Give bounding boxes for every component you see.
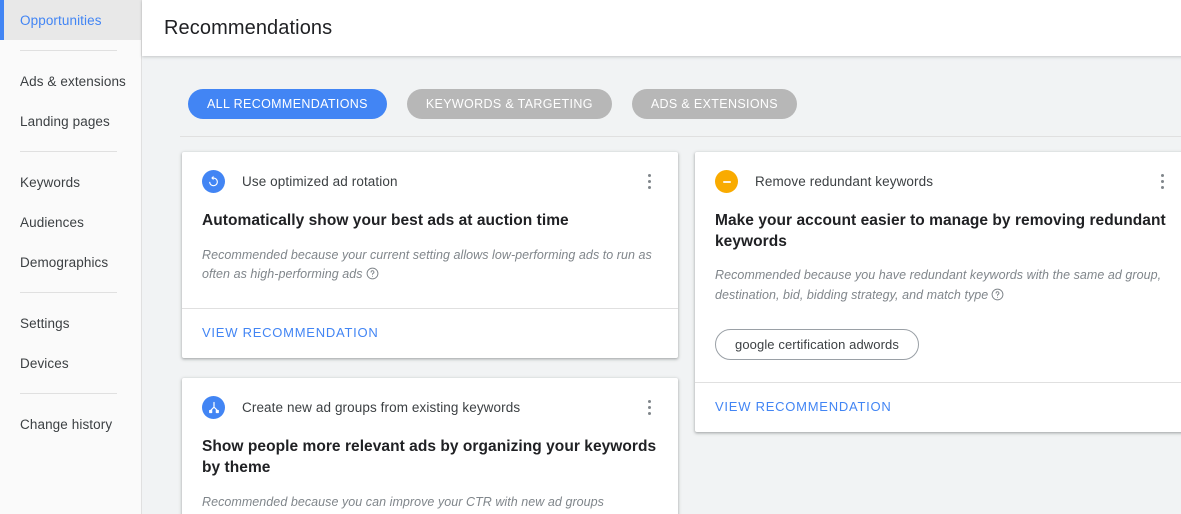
card-header: Create new ad groups from existing keywo…	[202, 396, 658, 420]
kebab-dot	[647, 400, 651, 404]
sidebar-item-label: Demographics	[20, 254, 109, 270]
ad-rotation-icon	[202, 170, 225, 193]
view-recommendation-link[interactable]: VIEW RECOMMENDATION	[202, 325, 379, 340]
remove-minus-icon	[715, 170, 738, 193]
recommendation-card[interactable]: Use optimized ad rotation Automatically …	[182, 152, 678, 359]
card-reason-text: Recommended because you can improve your…	[202, 494, 604, 514]
sidebar-item-label: Devices	[20, 355, 69, 371]
filter-chip-row: ALL RECOMMENDATIONS KEYWORDS & TARGETING…	[142, 56, 1181, 119]
chip-label: ADS & EXTENSIONS	[650, 97, 778, 111]
sidebar-item-landing-pages[interactable]: Landing pages	[0, 101, 141, 141]
card-reason-text: Recommended because you have redundant k…	[715, 268, 1162, 302]
chip-all-recommendations[interactable]: ALL RECOMMENDATIONS	[188, 89, 387, 119]
card-body: Create new ad groups from existing keywo…	[182, 378, 678, 514]
sidebar-item-label: Change history	[20, 416, 113, 432]
sidebar-item-demographics[interactable]: Demographics	[0, 242, 141, 282]
keyword-pill[interactable]: google certification adwords	[715, 328, 919, 360]
sidebar-item-label: Ads & extensions	[20, 73, 126, 89]
sidebar-item-opportunities[interactable]: Opportunities	[0, 0, 141, 40]
recommendation-card[interactable]: Create new ad groups from existing keywo…	[182, 378, 678, 514]
main-region: Recommendations ALL RECOMMENDATIONS KEYW…	[142, 0, 1181, 514]
kebab-dot	[647, 412, 651, 416]
sidebar-item-label: Opportunities	[20, 12, 102, 28]
sidebar-item-settings[interactable]: Settings	[0, 303, 141, 343]
content-area: ALL RECOMMENDATIONS KEYWORDS & TARGETING…	[142, 56, 1181, 514]
view-recommendation-link[interactable]: VIEW RECOMMENDATION	[715, 399, 892, 414]
ad-group-split-icon	[202, 396, 225, 420]
sidebar-item-ads-extensions[interactable]: Ads & extensions	[0, 61, 141, 101]
chip-keywords-targeting[interactable]: KEYWORDS & TARGETING	[406, 89, 612, 119]
card-header: Use optimized ad rotation	[202, 170, 658, 193]
kebab-dot	[647, 406, 651, 410]
page-title: Recommendations	[164, 16, 333, 39]
chip-label: ALL RECOMMENDATIONS	[207, 97, 368, 111]
card-column-left: Use optimized ad rotation Automatically …	[182, 152, 678, 514]
help-circle-icon[interactable]	[366, 267, 379, 286]
recommendation-card[interactable]: Remove redundant keywords Make your acco…	[695, 152, 1181, 432]
card-kicker: Create new ad groups from existing keywo…	[242, 400, 521, 416]
sidebar-divider-1	[20, 50, 117, 51]
card-body: Use optimized ad rotation Automatically …	[182, 152, 678, 308]
more-options-icon[interactable]	[1153, 171, 1171, 193]
sidebar-item-label: Landing pages	[20, 113, 110, 129]
app-root: Opportunities Ads & extensions Landing p…	[0, 0, 1181, 514]
card-body: Remove redundant keywords Make your acco…	[695, 152, 1181, 382]
chip-ads-extensions[interactable]: ADS & EXTENSIONS	[631, 89, 797, 119]
kebab-dot	[647, 174, 651, 177]
card-reason: Recommended because you have redundant k…	[715, 266, 1171, 307]
kebab-dot	[647, 180, 651, 183]
page-header: Recommendations	[142, 0, 1181, 56]
more-options-icon[interactable]	[640, 397, 658, 419]
sidebar-item-audiences[interactable]: Audiences	[0, 202, 141, 242]
sidebar-item-devices[interactable]: Devices	[0, 343, 141, 383]
sidebar-divider-4	[20, 393, 117, 394]
kebab-dot	[647, 186, 651, 189]
card-header: Remove redundant keywords	[715, 170, 1171, 193]
more-options-icon[interactable]	[640, 171, 658, 193]
card-title: Make your account easier to manage by re…	[715, 212, 1166, 250]
sidebar-item-label: Settings	[20, 315, 70, 331]
chip-label: KEYWORDS & TARGETING	[425, 97, 593, 111]
card-reason: Recommended because your current setting…	[202, 246, 658, 287]
card-kicker: Remove redundant keywords	[755, 174, 934, 189]
sidebar-divider-2	[20, 151, 117, 152]
card-kicker: Use optimized ad rotation	[242, 174, 398, 189]
sidebar-item-label: Audiences	[20, 214, 84, 230]
kebab-dot	[1160, 186, 1164, 189]
card-column-right: Remove redundant keywords Make your acco…	[695, 152, 1181, 432]
kebab-dot	[1160, 174, 1164, 177]
left-sidebar: Opportunities Ads & extensions Landing p…	[0, 0, 142, 514]
card-title: Automatically show your best ads at auct…	[202, 212, 569, 229]
kebab-dot	[1160, 180, 1164, 183]
card-reason-text: Recommended because your current setting…	[202, 247, 652, 281]
sidebar-divider-3	[20, 292, 117, 293]
card-title: Show people more relevant ads by organiz…	[202, 438, 657, 476]
sidebar-item-keywords[interactable]: Keywords	[0, 162, 141, 202]
help-circle-icon[interactable]	[991, 288, 1004, 307]
card-reason: Recommended because you can improve your…	[202, 493, 658, 514]
card-footer: VIEW RECOMMENDATION	[182, 308, 678, 358]
card-footer: VIEW RECOMMENDATION	[695, 381, 1181, 432]
sidebar-item-change-history[interactable]: Change history	[0, 404, 141, 444]
keyword-pill-list: google certification adwords	[715, 328, 1171, 360]
recommendation-card-grid: Use optimized ad rotation Automatically …	[142, 137, 1181, 514]
sidebar-item-label: Keywords	[20, 174, 81, 190]
